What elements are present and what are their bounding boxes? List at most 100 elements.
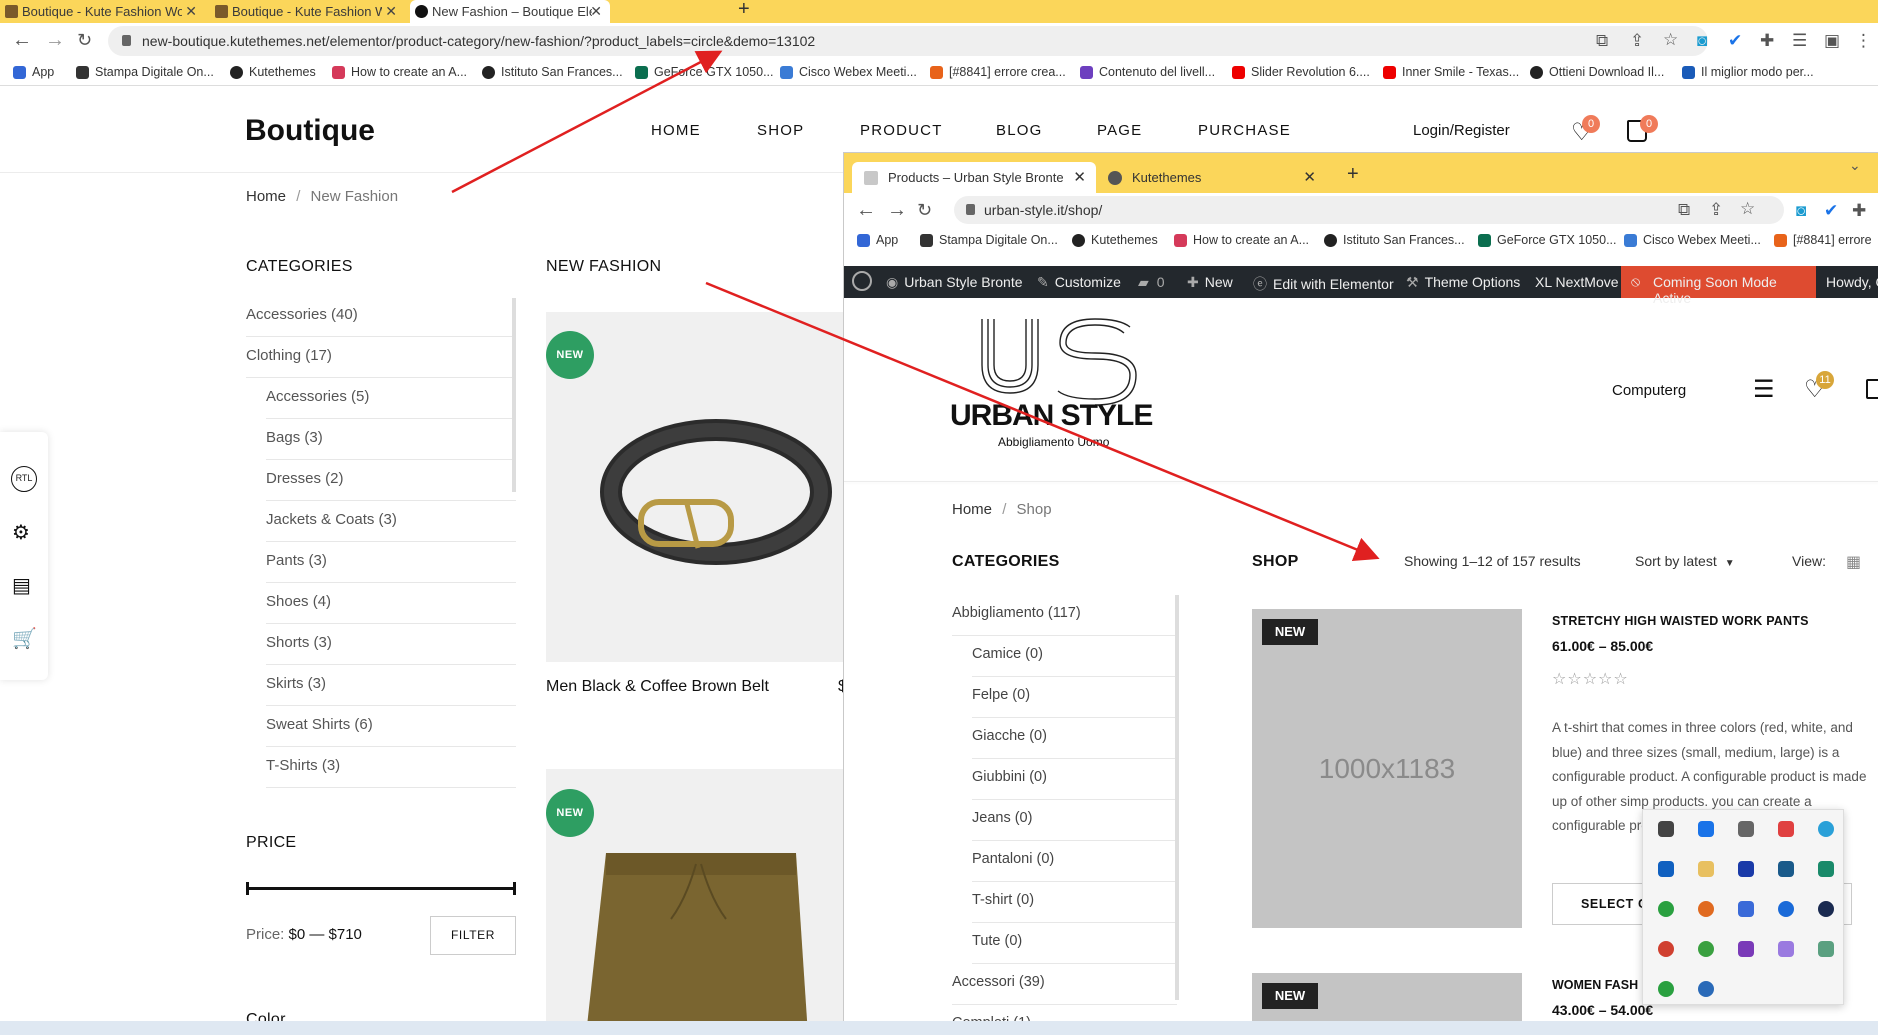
category-item[interactable]: Giacche (0) — [972, 718, 1177, 759]
close-tab-icon[interactable]: ✕ — [185, 3, 197, 20]
grid-view-icon[interactable]: ▦ — [1846, 552, 1861, 572]
tray-app-icon[interactable] — [1698, 901, 1714, 917]
site-logo[interactable]: Boutique — [245, 114, 375, 148]
category-item[interactable]: Shoes (4) — [266, 583, 516, 624]
tray-usb-icon[interactable] — [1738, 821, 1754, 837]
bookmark-item[interactable]: Istituto San Frances... — [482, 65, 623, 79]
tray-app-icon[interactable] — [1658, 821, 1674, 837]
back-icon[interactable]: ← — [856, 199, 876, 222]
close-tab-icon[interactable]: ✕ — [590, 3, 602, 20]
nav-purchase[interactable]: PURCHASE — [1198, 122, 1291, 139]
product-image-placeholder[interactable]: 1000x1183 — [1252, 609, 1522, 928]
category-item[interactable]: Jeans (0) — [972, 800, 1177, 841]
tray-app-icon[interactable] — [1698, 941, 1714, 957]
tray-app-icon[interactable] — [1818, 821, 1834, 837]
reload-icon[interactable]: ↻ — [77, 30, 92, 51]
window2-address-bar[interactable]: urban-style.it/shop/ ⧉ ⇪ ☆ — [954, 196, 1784, 224]
nav-home[interactable]: HOME — [651, 122, 701, 139]
tray-outlook-icon[interactable] — [1658, 861, 1674, 877]
tray-defender-icon[interactable] — [1738, 901, 1754, 917]
reload-icon[interactable]: ↻ — [917, 200, 932, 221]
bookmark-item[interactable]: How to create an A... — [1174, 233, 1309, 247]
new-tab-button[interactable]: + — [1347, 163, 1359, 186]
user-account-name[interactable]: Computerg — [1612, 382, 1686, 399]
menu-icon[interactable]: ⋮ — [1855, 31, 1872, 51]
tray-app-icon[interactable] — [1818, 901, 1834, 917]
extension-screenshot-icon[interactable]: ◙ — [1796, 201, 1806, 221]
bookmark-item[interactable]: Cisco Webex Meeti... — [1624, 233, 1761, 247]
filter-button[interactable]: FILTER — [430, 916, 516, 955]
admin-customize-link[interactable]: ✎ Customize — [1037, 274, 1121, 291]
close-tab-icon[interactable]: ✕ — [1303, 168, 1316, 186]
category-item[interactable]: Sweat Shirts (6) — [266, 706, 516, 747]
nav-blog[interactable]: BLOG — [996, 122, 1042, 139]
window2-category-scrollbar[interactable] — [1175, 595, 1179, 1000]
bookmark-item[interactable]: GeForce GTX 1050... — [635, 65, 774, 79]
extension-check-icon[interactable]: ✔ — [1824, 201, 1838, 221]
back-icon[interactable]: ← — [12, 29, 32, 52]
admin-howdy-link[interactable]: Howdy, C — [1826, 274, 1878, 290]
category-item[interactable]: Accessories (40) — [246, 296, 516, 337]
bookmark-star-icon[interactable]: ☆ — [1663, 30, 1678, 50]
urban-style-logo[interactable]: URBAN STYLE Abbigliamento Uomo — [950, 315, 1170, 450]
extension-check-icon[interactable]: ✔ — [1728, 31, 1742, 51]
extensions-puzzle-icon[interactable]: ✚ — [1760, 31, 1774, 51]
bookmark-item[interactable]: GeForce GTX 1050... — [1478, 233, 1617, 247]
reading-list-icon[interactable]: ☰ — [1792, 31, 1807, 51]
tray-onenote-icon[interactable] — [1738, 941, 1754, 957]
forward-icon[interactable]: → — [45, 29, 65, 52]
bookmark-apps[interactable]: App — [857, 233, 898, 247]
breadcrumb-home[interactable]: Home — [246, 188, 286, 205]
product-title[interactable]: WOMEN FASH — [1552, 978, 1638, 992]
bookmark-item[interactable]: How to create an A... — [332, 65, 467, 79]
tray-bluetooth-icon[interactable] — [1778, 901, 1794, 917]
nav-page[interactable]: PAGE — [1097, 122, 1142, 139]
category-scrollbar[interactable] — [512, 298, 516, 492]
bookmark-item[interactable]: Stampa Digitale On... — [920, 233, 1058, 247]
translate-icon[interactable]: ⧉ — [1596, 31, 1608, 51]
share-icon[interactable]: ⇪ — [1709, 200, 1723, 220]
price-range-slider[interactable] — [246, 882, 516, 895]
admin-theme-options-link[interactable]: ⚒ Theme Options — [1406, 274, 1520, 291]
product-title[interactable]: Men Black & Coffee Brown Belt — [546, 678, 769, 696]
admin-site-link[interactable]: ◉ Urban Style Bronte — [886, 274, 1023, 291]
admin-new-link[interactable]: ✚ New — [1187, 274, 1233, 291]
tray-malwarebytes-icon[interactable] — [1738, 861, 1754, 877]
sort-dropdown[interactable]: Sort by latest ▼ — [1635, 553, 1735, 569]
rtl-toggle-button[interactable]: RTL — [11, 466, 37, 492]
tray-app-icon[interactable] — [1658, 981, 1674, 997]
nav-shop[interactable]: SHOP — [757, 122, 804, 139]
tray-mail-icon[interactable] — [1698, 861, 1714, 877]
category-item[interactable]: Tute (0) — [972, 923, 1177, 964]
cart-icon[interactable]: 🛒 — [12, 626, 37, 651]
bookmark-item[interactable]: Ottieni Download Il... — [1530, 65, 1664, 79]
category-item[interactable]: T-Shirts (3) — [266, 747, 516, 788]
coming-soon-mode-badge[interactable]: ⦸ Coming Soon Mode Active — [1621, 266, 1816, 306]
category-item[interactable]: Skirts (3) — [266, 665, 516, 706]
tray-app-icon[interactable] — [1818, 941, 1834, 957]
browser-tab-1[interactable]: Boutique - Kute Fashion WooCo ✕ — [0, 0, 205, 23]
tray-app-icon[interactable] — [1698, 981, 1714, 997]
bookmark-item[interactable]: Kutethemes — [230, 65, 316, 79]
login-register-link[interactable]: Login/Register — [1413, 122, 1510, 139]
bookmark-item[interactable]: Kutethemes — [1072, 233, 1158, 247]
category-item[interactable]: T-shirt (0) — [972, 882, 1177, 923]
bookmark-item[interactable]: Slider Revolution 6.... — [1232, 65, 1370, 79]
wordpress-icon[interactable] — [852, 271, 872, 291]
category-item[interactable]: Shorts (3) — [266, 624, 516, 665]
category-item[interactable]: Jackets & Coats (3) — [266, 501, 516, 542]
extension-screenshot-icon[interactable]: ◙ — [1697, 31, 1707, 51]
share-icon[interactable]: ⇪ — [1630, 31, 1644, 51]
product-title[interactable]: STRETCHY HIGH WAISTED WORK PANTS — [1552, 614, 1809, 628]
close-tab-icon[interactable]: ✕ — [1073, 168, 1086, 186]
category-item[interactable]: Giubbini (0) — [972, 759, 1177, 800]
bookmark-apps[interactable]: App — [13, 65, 54, 79]
hamburger-menu-icon[interactable]: ☰ — [1753, 375, 1775, 404]
category-item[interactable]: Accessori (39) — [952, 964, 1177, 1005]
bookmark-item[interactable]: Il miglior modo per... — [1682, 65, 1814, 79]
tray-app-icon[interactable] — [1658, 901, 1674, 917]
bookmark-item[interactable]: Inner Smile - Texas... — [1383, 65, 1519, 79]
admin-nextmove-link[interactable]: XL NextMove — [1535, 274, 1619, 290]
document-icon[interactable]: ▤ — [12, 573, 31, 598]
window2-tab-products[interactable]: Products – Urban Style Bronte ✕ — [852, 162, 1096, 193]
